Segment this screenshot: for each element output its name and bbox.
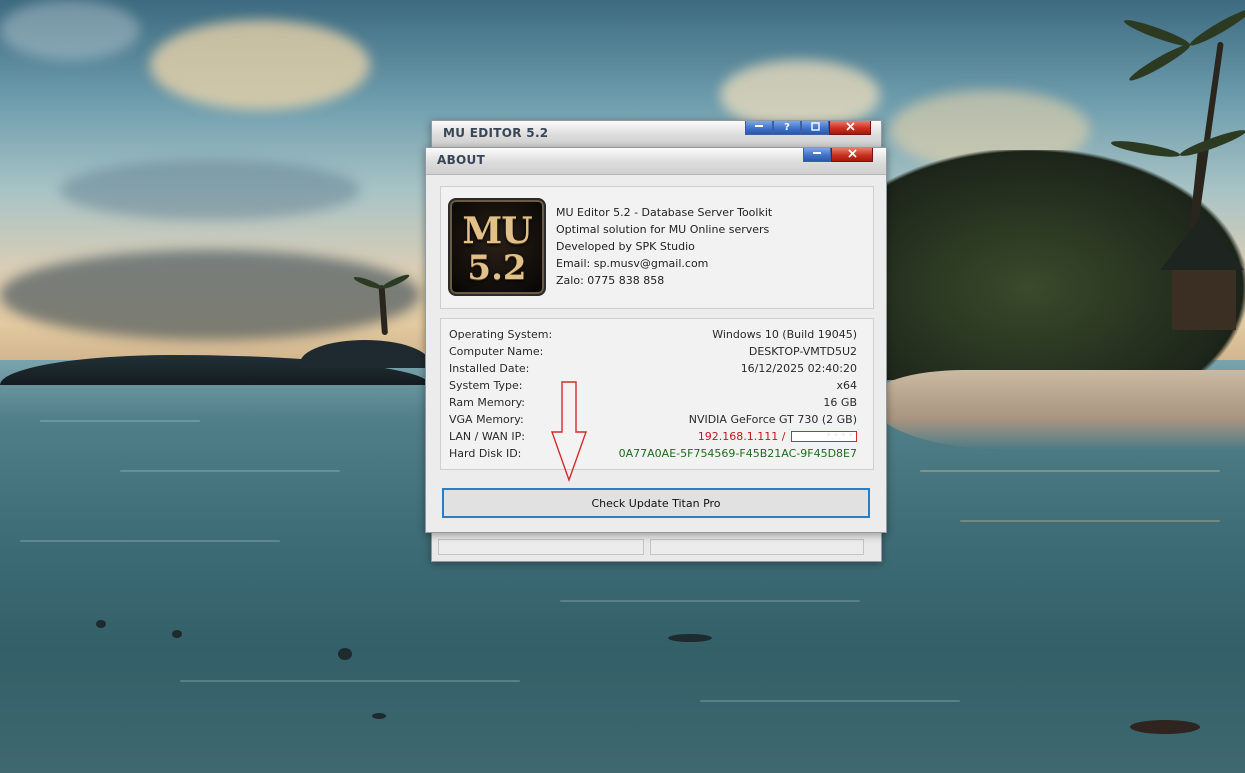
stone xyxy=(172,630,182,638)
spec-value: Windows 10 (Build 19045) xyxy=(712,328,857,341)
logo-text-line2: 5.2 xyxy=(467,248,527,288)
spec-label: Installed Date: xyxy=(449,362,530,375)
restore-icon xyxy=(810,121,820,131)
ripple xyxy=(20,540,280,542)
status-panel-right xyxy=(650,539,864,555)
minimize-icon xyxy=(813,152,821,154)
ripple xyxy=(120,470,340,472)
cloud xyxy=(60,160,360,220)
help-icon: ? xyxy=(784,122,790,133)
developer-line: Developed by SPK Studio xyxy=(556,240,695,253)
help-button[interactable]: ? xyxy=(773,121,801,135)
spec-value: NVIDIA GeForce GT 730 (2 GB) xyxy=(688,413,857,426)
spec-label: Hard Disk ID: xyxy=(449,447,522,460)
system-info-frame: Operating System: Windows 10 (Build 1904… xyxy=(440,318,874,470)
minimize-icon xyxy=(755,125,763,127)
spec-row-os: Operating System: Windows 10 (Build 1904… xyxy=(449,326,857,343)
zalo-line: Zalo: 0775 838 858 xyxy=(556,274,665,287)
spec-row-system-type: System Type: x64 xyxy=(449,377,857,394)
status-panel-left xyxy=(438,539,644,555)
spec-label: Ram Memory: xyxy=(449,396,525,409)
wan-ip-redaction-box: *.*.*.* xyxy=(791,430,857,442)
spec-value: 16 GB xyxy=(823,396,857,409)
wan-ip-masked: *.*.*.* xyxy=(826,431,853,442)
mu-logo: MU 5.2 xyxy=(448,198,546,296)
stone xyxy=(1130,720,1200,734)
app-info: MU Editor 5.2 - Database Server Toolkit … xyxy=(556,204,772,289)
app-name-line: MU Editor 5.2 - Database Server Toolkit xyxy=(556,206,773,219)
spec-row-vga: VGA Memory: NVIDIA GeForce GT 730 (2 GB) xyxy=(449,411,857,428)
arrow-annotation-icon xyxy=(551,381,587,483)
dialog-title: ABOUT xyxy=(437,153,486,167)
close-icon xyxy=(845,121,855,131)
about-dialog: ABOUT MU 5.2 MU Editor 5.2 - Database Se… xyxy=(425,147,887,533)
minimize-button[interactable] xyxy=(803,148,831,162)
spec-label: System Type: xyxy=(449,379,523,392)
stone xyxy=(668,634,712,642)
spec-row-ip: LAN / WAN IP: 192.168.1.111 / *.*.*.* xyxy=(449,428,857,445)
cloud xyxy=(0,250,420,340)
ip-value: 192.168.1.111 / *.*.*.* xyxy=(698,428,857,445)
stone xyxy=(338,648,352,660)
spec-label: LAN / WAN IP: xyxy=(449,430,525,443)
lan-ip-value: 192.168.1.111 / xyxy=(697,430,786,443)
spec-row-installed-date: Installed Date: 16/12/2025 02:40:20 xyxy=(449,360,857,377)
spec-value: 16/12/2025 02:40:20 xyxy=(740,362,857,375)
app-tagline: Optimal solution for MU Online servers xyxy=(556,223,770,236)
spec-value: 0A77A0AE-5F754569-F45B21AC-9F45D8E7 xyxy=(618,447,857,460)
stone xyxy=(372,713,386,719)
ripple xyxy=(40,420,200,422)
close-button[interactable] xyxy=(829,121,871,135)
spec-row-hard-disk-id: Hard Disk ID: 0A77A0AE-5F754569-F45B21AC… xyxy=(449,445,857,462)
minimize-button[interactable] xyxy=(745,121,773,135)
cloud xyxy=(0,0,140,60)
logo-text-line1: MU xyxy=(462,210,532,252)
info-frame: MU 5.2 MU Editor 5.2 - Database Server T… xyxy=(440,186,874,309)
about-dialog-titlebar[interactable]: ABOUT xyxy=(426,148,886,175)
spec-label: VGA Memory: xyxy=(449,413,524,426)
spec-value: x64 xyxy=(836,379,857,392)
spec-value: DESKTOP-VMTD5U2 xyxy=(748,345,857,358)
main-window-titlebar[interactable]: MU EDITOR 5.2 ? xyxy=(432,121,881,148)
hut xyxy=(1160,215,1245,335)
ripple xyxy=(920,470,1220,472)
cloud xyxy=(150,20,370,110)
check-update-button[interactable]: Check Update Titan Pro xyxy=(442,488,870,518)
spec-label: Computer Name: xyxy=(449,345,544,358)
spec-row-computer-name: Computer Name: DESKTOP-VMTD5U2 xyxy=(449,343,857,360)
restore-button[interactable] xyxy=(801,121,829,135)
ripple xyxy=(560,600,860,602)
ripple xyxy=(180,680,520,682)
ripple xyxy=(700,700,960,702)
spec-label: Operating System: xyxy=(449,328,553,341)
beach xyxy=(870,370,1245,450)
window-title: MU EDITOR 5.2 xyxy=(443,126,549,140)
spec-row-ram: Ram Memory: 16 GB xyxy=(449,394,857,411)
ripple xyxy=(960,520,1220,522)
email-line: Email: sp.musv@gmail.com xyxy=(556,257,709,270)
stone xyxy=(96,620,106,628)
close-button[interactable] xyxy=(831,148,873,162)
close-icon xyxy=(847,148,857,158)
